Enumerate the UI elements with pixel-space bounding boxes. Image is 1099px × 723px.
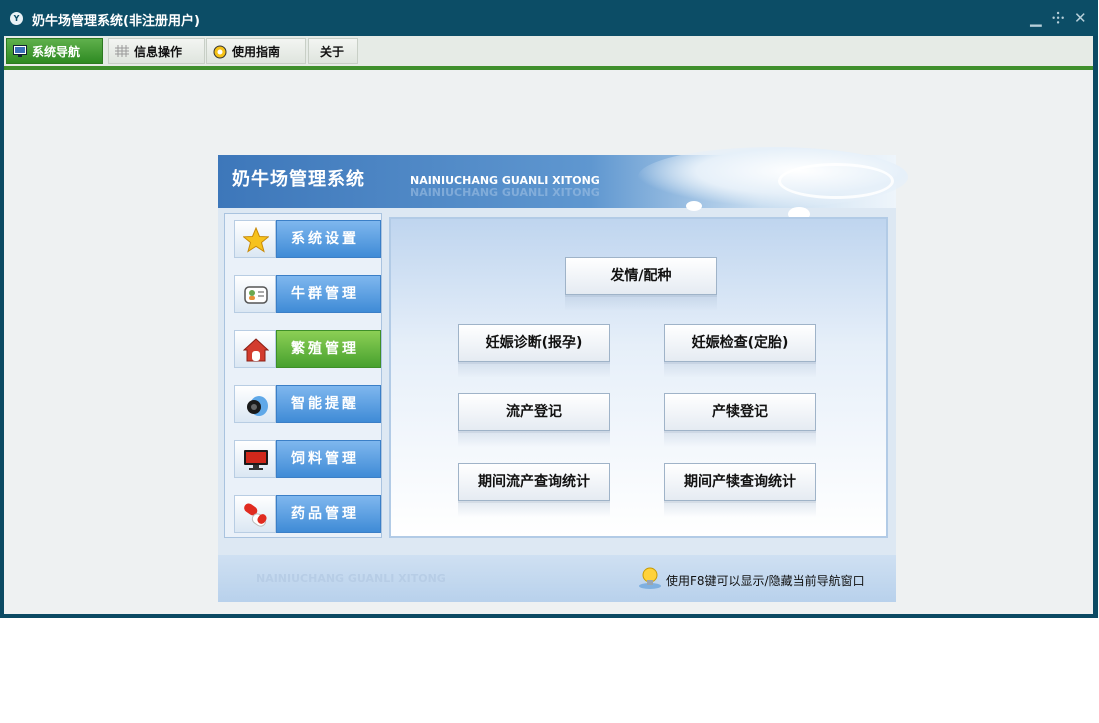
milk-splash-ring	[778, 163, 894, 199]
monitor-icon	[13, 45, 27, 57]
button-reflection	[565, 297, 717, 311]
calving-register-button[interactable]: 产犊登记	[664, 393, 816, 431]
close-button[interactable]: ✕	[1074, 9, 1087, 27]
button-reflection	[664, 364, 816, 378]
button-reflection	[458, 433, 610, 447]
sidebar-item-label: 智能提醒	[276, 385, 381, 423]
star-icon	[243, 227, 269, 253]
footer-watermark: NAINIUCHANG GUANLI XITONG	[256, 572, 446, 585]
tab-label: 关于	[320, 44, 345, 59]
f8-hint-text: 使用F8键可以显示/隐藏当前导航窗口	[666, 574, 865, 588]
pregnancy-diagnosis-button[interactable]: 妊娠诊断(报孕)	[458, 324, 610, 362]
menu-bar: 系统导航 信息操作 使用指南 关于	[4, 36, 1093, 66]
abortion-stats-button[interactable]: 期间流产查询统计	[458, 463, 610, 501]
monitor-icon	[244, 450, 268, 470]
button-reflection	[458, 503, 610, 517]
button-reflection	[664, 433, 816, 447]
sidebar: 系统设置 牛群管理 繁殖管理 智能提醒 饲料管理 药品管理	[224, 213, 382, 538]
sidebar-item-medicine-management[interactable]: 药品管理	[234, 494, 381, 534]
tab-user-guide[interactable]: 使用指南	[206, 38, 306, 64]
navigation-panel: 奶牛场管理系统 NAINIUCHANG GUANLI XITONG NAINIU…	[218, 147, 908, 602]
help-circle-icon	[213, 45, 227, 59]
estrus-breeding-button[interactable]: 发情/配种	[565, 257, 717, 295]
app-window: Y 奶牛场管理系统(非注册用户) ▁ ⸭ ✕ 系统导航 信息操作 使用指南 关于	[0, 0, 1098, 618]
minimize-button[interactable]: ▁	[1030, 9, 1042, 27]
panel-header: 奶牛场管理系统 NAINIUCHANG GUANLI XITONG NAINIU…	[218, 147, 908, 221]
lightbulb-icon	[639, 567, 661, 589]
sidebar-item-label: 系统设置	[276, 220, 381, 258]
sidebar-item-smart-reminder[interactable]: 智能提醒	[234, 384, 381, 424]
sidebar-item-system-settings[interactable]: 系统设置	[234, 219, 381, 259]
pregnancy-check-button[interactable]: 妊娠检查(定胎)	[664, 324, 816, 362]
sidebar-item-label: 繁殖管理	[276, 330, 381, 368]
tab-label: 信息操作	[134, 44, 183, 59]
sidebar-item-breeding-management[interactable]: 繁殖管理	[234, 329, 381, 369]
abortion-register-button[interactable]: 流产登记	[458, 393, 610, 431]
title-bar[interactable]: Y 奶牛场管理系统(非注册用户) ▁ ⸭ ✕	[0, 0, 1098, 36]
tab-label: 系统导航	[32, 44, 81, 59]
app-logo-icon: Y	[10, 12, 23, 25]
speaker-icon	[247, 396, 268, 416]
button-reflection	[664, 503, 816, 517]
calving-stats-button[interactable]: 期间产犊查询统计	[664, 463, 816, 501]
tab-label: 使用指南	[232, 44, 281, 59]
house-icon	[243, 338, 269, 362]
panel-footer: NAINIUCHANG GUANLI XITONG 使用F8键可以显示/隐藏当前…	[218, 555, 896, 602]
sidebar-item-feed-management[interactable]: 饲料管理	[234, 439, 381, 479]
sidebar-item-label: 饲料管理	[276, 440, 381, 478]
panel-subtitle-reflection: NAINIUCHANG GUANLI XITONG	[410, 186, 600, 199]
sidebar-item-label: 牛群管理	[276, 275, 381, 313]
restore-button[interactable]: ⸭	[1052, 9, 1064, 27]
tab-info-operations[interactable]: 信息操作	[108, 38, 205, 64]
grid-icon	[115, 45, 129, 57]
panel-title: 奶牛场管理系统	[232, 169, 365, 190]
contacts-card-icon	[244, 286, 268, 304]
action-area: 发情/配种 妊娠诊断(报孕) 妊娠检查(定胎) 流产登记 产犊登记 期间流产查询…	[389, 217, 888, 538]
sidebar-item-label: 药品管理	[276, 495, 381, 533]
window-title: 奶牛场管理系统(非注册用户)	[32, 14, 200, 29]
pill-icon	[244, 503, 267, 527]
milk-drop	[686, 201, 702, 211]
button-reflection	[458, 364, 610, 378]
tab-about[interactable]: 关于	[308, 38, 358, 64]
tab-system-navigation[interactable]: 系统导航	[6, 38, 103, 64]
sidebar-item-herd-management[interactable]: 牛群管理	[234, 274, 381, 314]
